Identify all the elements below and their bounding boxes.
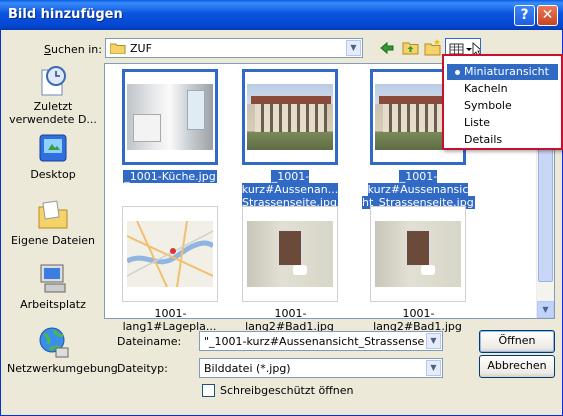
chevron-down-icon[interactable]: ▼ bbox=[426, 360, 441, 376]
place-my-computer-label: Arbeitsplatz bbox=[20, 298, 86, 311]
window-title: Bild hinzufügen bbox=[8, 7, 123, 22]
look-in-label: Suchen in: bbox=[44, 43, 102, 56]
new-folder-icon[interactable] bbox=[424, 39, 441, 56]
look-in-combo[interactable]: ZUF ▼ bbox=[105, 38, 363, 58]
file-name: _1001-Küche.jpg bbox=[123, 170, 217, 183]
bathroom-photo bbox=[247, 221, 333, 287]
help-button[interactable]: ? bbox=[514, 5, 535, 26]
title-bar[interactable]: Bild hinzufügen ? ✕ bbox=[0, 0, 563, 30]
building-photo bbox=[247, 84, 333, 150]
file-name: 1001-lang2#Bad1.jpg bbox=[245, 307, 334, 333]
filetype-label: Dateityp: bbox=[117, 362, 168, 375]
radio-bullet-icon bbox=[455, 70, 460, 75]
folder-icon bbox=[109, 42, 126, 55]
file-thumbnail[interactable] bbox=[242, 206, 338, 302]
bathroom-photo bbox=[375, 221, 461, 287]
menu-item-tiles[interactable]: Kacheln bbox=[464, 81, 508, 97]
close-button[interactable]: ✕ bbox=[537, 5, 558, 26]
chevron-down-icon[interactable]: ▼ bbox=[346, 40, 361, 56]
network-places-icon bbox=[36, 326, 70, 360]
file-name: 1001-lang2#Bad1.jpg bbox=[373, 307, 462, 333]
kitchen-photo bbox=[127, 84, 213, 150]
place-network[interactable]: Netzwerkumgebung bbox=[7, 326, 118, 375]
my-computer-icon bbox=[36, 262, 70, 296]
place-network-label: Netzwerkumgebung bbox=[7, 362, 118, 375]
chevron-down-icon[interactable]: ▼ bbox=[426, 333, 441, 349]
folder-up-icon[interactable] bbox=[402, 39, 419, 56]
file-name: 1001-lang1#Lagepla... bbox=[122, 307, 217, 333]
back-arrow-icon[interactable] bbox=[379, 40, 395, 56]
file-thumbnail[interactable] bbox=[370, 206, 466, 302]
menu-item-icons[interactable]: Symbole bbox=[464, 98, 512, 114]
place-my-documents-label: Eigene Dateien bbox=[10, 234, 96, 247]
cancel-button[interactable]: Abbrechen bbox=[479, 355, 555, 378]
place-desktop-label: Desktop bbox=[30, 168, 76, 181]
desktop-icon bbox=[36, 132, 70, 166]
place-recent-label: Zuletzt verwendete D... bbox=[9, 100, 97, 126]
place-recent[interactable]: Zuletzt verwendete D... bbox=[7, 64, 99, 126]
file-thumbnail[interactable] bbox=[242, 69, 338, 165]
file-thumbnail[interactable] bbox=[122, 206, 218, 302]
readonly-label: Schreibgeschützt öffnen bbox=[220, 384, 354, 397]
menu-item-details[interactable]: Details bbox=[464, 132, 502, 148]
map-image bbox=[125, 220, 215, 288]
file-thumbnail[interactable] bbox=[122, 69, 218, 165]
add-image-dialog: Bild hinzufügen ? ✕ Suchen in: ZUF ▼ Zul… bbox=[0, 0, 563, 416]
file-name: _1001-kurz#Aussenansic ht_Strassenseite.… bbox=[362, 170, 475, 209]
recent-documents-icon bbox=[36, 64, 70, 98]
file-name: _1001-kurz#Aussenan... Strassenseite.jpg bbox=[241, 170, 339, 209]
look-in-value: ZUF bbox=[130, 42, 152, 55]
menu-item-list[interactable]: Liste bbox=[464, 115, 490, 131]
scroll-down-button[interactable]: ▼ bbox=[537, 301, 554, 318]
place-desktop[interactable]: Desktop bbox=[7, 132, 99, 181]
view-dropdown-menu: Miniaturansicht Kacheln Symbole Liste De… bbox=[442, 54, 563, 150]
filename-combo[interactable]: "_1001-kurz#Aussenansicht_Strassenseite.… bbox=[199, 331, 443, 351]
place-my-computer[interactable]: Arbeitsplatz bbox=[7, 262, 99, 311]
readonly-checkbox[interactable] bbox=[202, 384, 215, 397]
filename-input[interactable]: "_1001-kurz#Aussenansicht_Strassenseite.… bbox=[204, 335, 424, 348]
place-my-documents[interactable]: Eigene Dateien bbox=[7, 198, 99, 247]
filetype-value: Bilddatei (*.jpg) bbox=[204, 362, 291, 375]
filename-label: Dateiname: bbox=[117, 335, 182, 348]
my-documents-icon bbox=[36, 198, 70, 232]
menu-item-thumbnails[interactable]: Miniaturansicht bbox=[447, 64, 558, 80]
open-button[interactable]: Öffnen bbox=[479, 330, 555, 353]
filetype-combo[interactable]: Bilddatei (*.jpg) ▼ bbox=[199, 358, 443, 378]
